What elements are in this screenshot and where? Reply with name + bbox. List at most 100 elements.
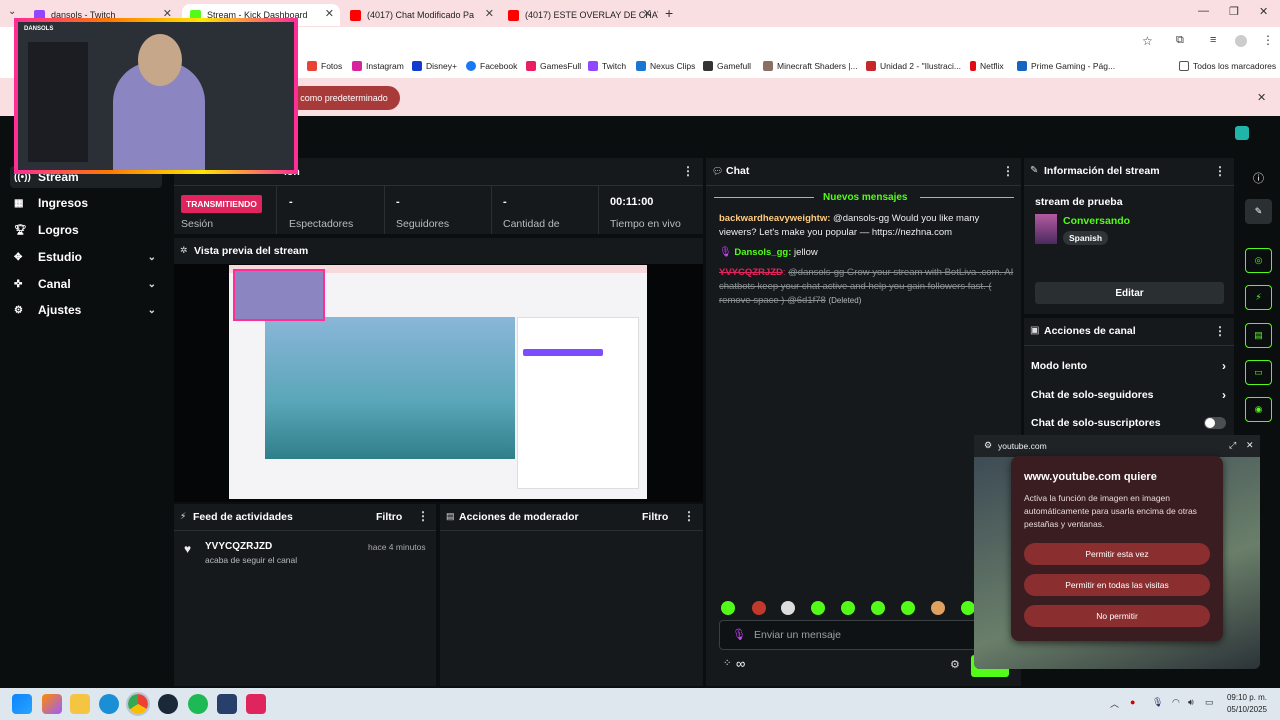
bookmark-instagram[interactable]: Instagram	[352, 61, 404, 71]
edit-button[interactable]: Editar	[1035, 282, 1224, 304]
sidebar-item-canal[interactable]: ✜ Canal ⌄	[10, 273, 162, 295]
steam-icon[interactable]	[158, 694, 178, 714]
emote-icon[interactable]	[721, 601, 735, 615]
chat-username[interactable]: backwardheavyweightw	[719, 213, 827, 224]
chevron-up-icon[interactable]: ︿	[1110, 697, 1119, 710]
bookmark-facebook[interactable]: Facebook	[466, 61, 517, 71]
close-icon[interactable]: ✕	[643, 7, 652, 20]
bolt-icon[interactable]: ⚡︎	[1245, 285, 1272, 310]
subscribers-only-toggle[interactable]	[1204, 417, 1226, 429]
sidebar-item-ajustes[interactable]: ⚙ Ajustes ⌄	[10, 299, 162, 321]
emote-picker-icon[interactable]: ⁘	[723, 658, 731, 669]
extensions-icon[interactable]: ⧉	[1176, 34, 1184, 47]
bookmark-twitch[interactable]: Twitch	[588, 61, 626, 71]
wifi-icon[interactable]: ◠	[1172, 697, 1180, 708]
emote-icon[interactable]	[901, 601, 915, 615]
more-options-icon[interactable]: ⋮	[417, 509, 429, 523]
close-icon[interactable]: ✕	[485, 7, 494, 20]
file-explorer-icon[interactable]	[70, 694, 90, 714]
sidebar-item-estudio[interactable]: ✥ Estudio ⌄	[10, 246, 162, 268]
expand-icon[interactable]: ⤢	[1229, 440, 1236, 451]
tiktok-studio-icon[interactable]	[246, 694, 266, 714]
more-options-icon[interactable]: ⋮	[683, 509, 695, 523]
bookmark-unidad[interactable]: Unidad 2 - "Ilustraci...	[866, 61, 961, 71]
meld-studio-icon[interactable]	[217, 694, 237, 714]
deny-button[interactable]: No permitir	[1024, 605, 1210, 627]
bookmark-gamesfull[interactable]: GamesFull	[526, 61, 581, 71]
emote-icon[interactable]	[811, 601, 825, 615]
bookmark-minecraft[interactable]: Minecraft Shaders |...	[763, 61, 858, 71]
microphone-icon[interactable]: 🎙︎	[1152, 697, 1163, 708]
tray-icon[interactable]: ●	[1130, 697, 1135, 707]
bookmark-netflix[interactable]: Netflix	[970, 61, 1004, 71]
emote-icon[interactable]	[781, 601, 795, 615]
sidebar-item-ingresos[interactable]: ▦ Ingresos	[10, 192, 162, 214]
volume-icon[interactable]: 🔊︎	[1188, 697, 1194, 708]
info-icon[interactable]: ⓘ	[1253, 170, 1264, 186]
chrome-icon[interactable]	[126, 692, 150, 716]
extension-icon[interactable]	[1235, 126, 1249, 140]
followers-only-row[interactable]: Chat de solo-seguidores ›	[1031, 388, 1226, 402]
document-icon[interactable]: ▤	[1245, 323, 1272, 348]
edit-icon[interactable]: ✎	[1245, 199, 1272, 224]
copilot-icon[interactable]	[42, 694, 62, 714]
battery-icon[interactable]: ▭	[1205, 697, 1214, 708]
infinity-icon[interactable]: ∞	[736, 656, 745, 671]
more-options-icon[interactable]: ⋮	[1214, 324, 1226, 338]
tab-youtube-1[interactable]: (4017) Chat Modificado Pa ✕	[344, 4, 500, 26]
close-icon[interactable]: ✕	[1246, 440, 1254, 451]
gear-icon[interactable]: ⚙	[950, 658, 960, 671]
emote-icon[interactable]	[841, 601, 855, 615]
close-icon[interactable]: ✕	[1257, 91, 1266, 104]
chat-username[interactable]: YVYCQZRJZD	[719, 267, 783, 278]
preview-video[interactable]	[229, 265, 647, 499]
target-icon[interactable]: ◎	[1245, 248, 1272, 273]
bookmark-gamefull[interactable]: Gamefull	[703, 61, 751, 71]
emote-icon[interactable]	[961, 601, 975, 615]
more-options-icon[interactable]: ⋮	[1214, 164, 1226, 178]
activity-user[interactable]: YVYCQZRJZD	[205, 541, 272, 552]
bookmark-nexus[interactable]: Nexus Clips	[636, 61, 695, 71]
maximize-icon[interactable]: ❐	[1229, 5, 1239, 18]
filter-button[interactable]: Filtro	[642, 511, 668, 523]
spotify-icon[interactable]	[188, 694, 208, 714]
windows-start-icon[interactable]	[12, 694, 32, 714]
sidebar-item-logros[interactable]: 🏆︎ Logros	[10, 219, 162, 241]
divider	[1024, 185, 1234, 186]
site-settings-icon[interactable]: ⚙	[984, 440, 992, 451]
more-options-icon[interactable]: ⋮	[1002, 164, 1014, 178]
minimize-icon[interactable]: —	[1198, 5, 1209, 17]
emote-icon[interactable]	[871, 601, 885, 615]
chat-input[interactable]: 🎙︎ Enviar un mensaje	[719, 620, 1009, 650]
chat-icon[interactable]: ▭	[1245, 360, 1272, 385]
set-default-button[interactable]: como predeterminado	[288, 86, 400, 110]
allow-always-button[interactable]: Permitir en todas las visitas	[1024, 574, 1210, 596]
gamefull-icon	[703, 61, 713, 71]
bookmarks-folder[interactable]: Todos los marcadores	[1179, 61, 1276, 71]
broadcast-icon[interactable]: ◉	[1245, 397, 1272, 422]
new-tab-button[interactable]: +	[665, 5, 673, 21]
edge-icon[interactable]	[99, 694, 119, 714]
slow-mode-row[interactable]: Modo lento ›	[1031, 359, 1226, 373]
profile-avatar[interactable]	[1235, 35, 1247, 47]
allow-once-button[interactable]: Permitir esta vez	[1024, 543, 1210, 565]
close-icon[interactable]: ✕	[325, 7, 334, 20]
clock-date[interactable]: 05/10/2025	[1222, 705, 1267, 714]
tab-list-icon[interactable]: ⌄	[8, 6, 16, 17]
bookmark-disney[interactable]: Disney+	[412, 61, 457, 71]
bookmark-prime[interactable]: Prime Gaming - Pág...	[1017, 61, 1115, 71]
media-icon[interactable]: ≡	[1210, 34, 1216, 46]
stream-category[interactable]: Conversando	[1063, 215, 1130, 227]
emote-icon[interactable]	[931, 601, 945, 615]
filter-button[interactable]: Filtro	[376, 511, 402, 523]
emote-icon[interactable]	[752, 601, 766, 615]
mic-icon[interactable]: 🎙︎	[732, 628, 746, 641]
bookmark-fotos[interactable]: Fotos	[307, 61, 342, 71]
more-options-icon[interactable]: ⋮	[682, 164, 694, 178]
tab-youtube-2[interactable]: (4017) ESTE OVERLAY DE CHAT ✕	[502, 4, 658, 26]
clock-time[interactable]: 09:10 p. m.	[1222, 693, 1267, 702]
chat-username[interactable]: Dansols_gg	[734, 247, 788, 258]
bookmark-star-icon[interactable]: ☆	[1142, 34, 1153, 48]
menu-icon[interactable]: ⋮	[1262, 33, 1274, 47]
window-close-icon[interactable]: ✕	[1259, 5, 1268, 18]
